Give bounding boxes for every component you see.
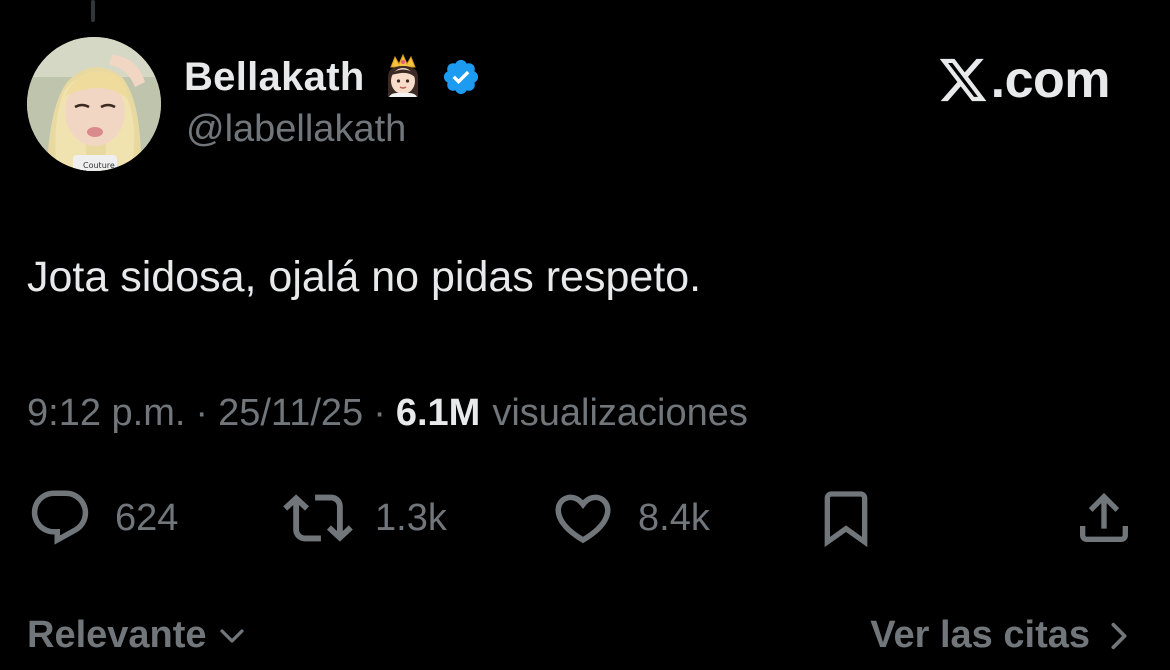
view-quotes-link[interactable]: Ver las citas: [870, 614, 1132, 657]
meta-separator: ·: [195, 392, 209, 434]
chevron-right-icon: [1111, 622, 1127, 649]
avatar[interactable]: Couture: [27, 37, 161, 171]
x-logo-icon: [937, 54, 989, 106]
bookmark-icon: [824, 491, 868, 548]
chevron-down-icon: [219, 628, 244, 643]
views-label: visualizaciones: [492, 392, 748, 434]
retweet-count: 1.3k: [375, 496, 447, 539]
x-brand-watermark: .com: [937, 50, 1111, 110]
retweet-icon: [283, 494, 353, 542]
bookmark-button[interactable]: [814, 483, 878, 553]
like-button[interactable]: 8.4k: [550, 483, 710, 553]
tweet-date[interactable]: 25/11/25: [218, 392, 363, 435]
meta-separator: ·: [373, 392, 386, 434]
verified-badge-icon[interactable]: [441, 57, 481, 97]
reply-icon: [31, 490, 89, 545]
svg-text:Couture: Couture: [83, 161, 115, 170]
like-count: 8.4k: [638, 496, 710, 539]
thread-connector-line: [91, 0, 95, 22]
author-handle[interactable]: @labellakath: [186, 108, 406, 151]
reply-button[interactable]: 624: [27, 483, 178, 553]
view-quotes-label: Ver las citas: [870, 614, 1090, 656]
tweet-time[interactable]: 9:12 p.m.: [27, 392, 185, 435]
princess-emoji-icon: [379, 53, 427, 101]
sort-label: Relevante: [27, 614, 207, 656]
tweet-text: Jota sidosa, ojalá no pidas respeto.: [27, 253, 702, 301]
heart-icon: [555, 494, 611, 544]
sort-replies-dropdown[interactable]: Relevante: [27, 614, 247, 657]
brand-domain-text: .com: [990, 51, 1111, 109]
tweet-action-bar: 624 1.3k 8.4k: [27, 483, 1137, 553]
share-button[interactable]: [1072, 483, 1136, 553]
reply-count: 624: [115, 496, 179, 539]
author-display-name[interactable]: Bellakath: [184, 55, 365, 100]
retweet-button[interactable]: 1.3k: [283, 483, 447, 553]
tweet-metadata: 9:12 p.m. · 25/11/25 · 6.1M visualizacio…: [27, 392, 748, 435]
share-icon: [1080, 492, 1128, 542]
views-count[interactable]: 6.1M: [396, 392, 480, 435]
avatar-image: Couture: [27, 37, 161, 171]
author-name-row: Bellakath: [184, 52, 481, 102]
